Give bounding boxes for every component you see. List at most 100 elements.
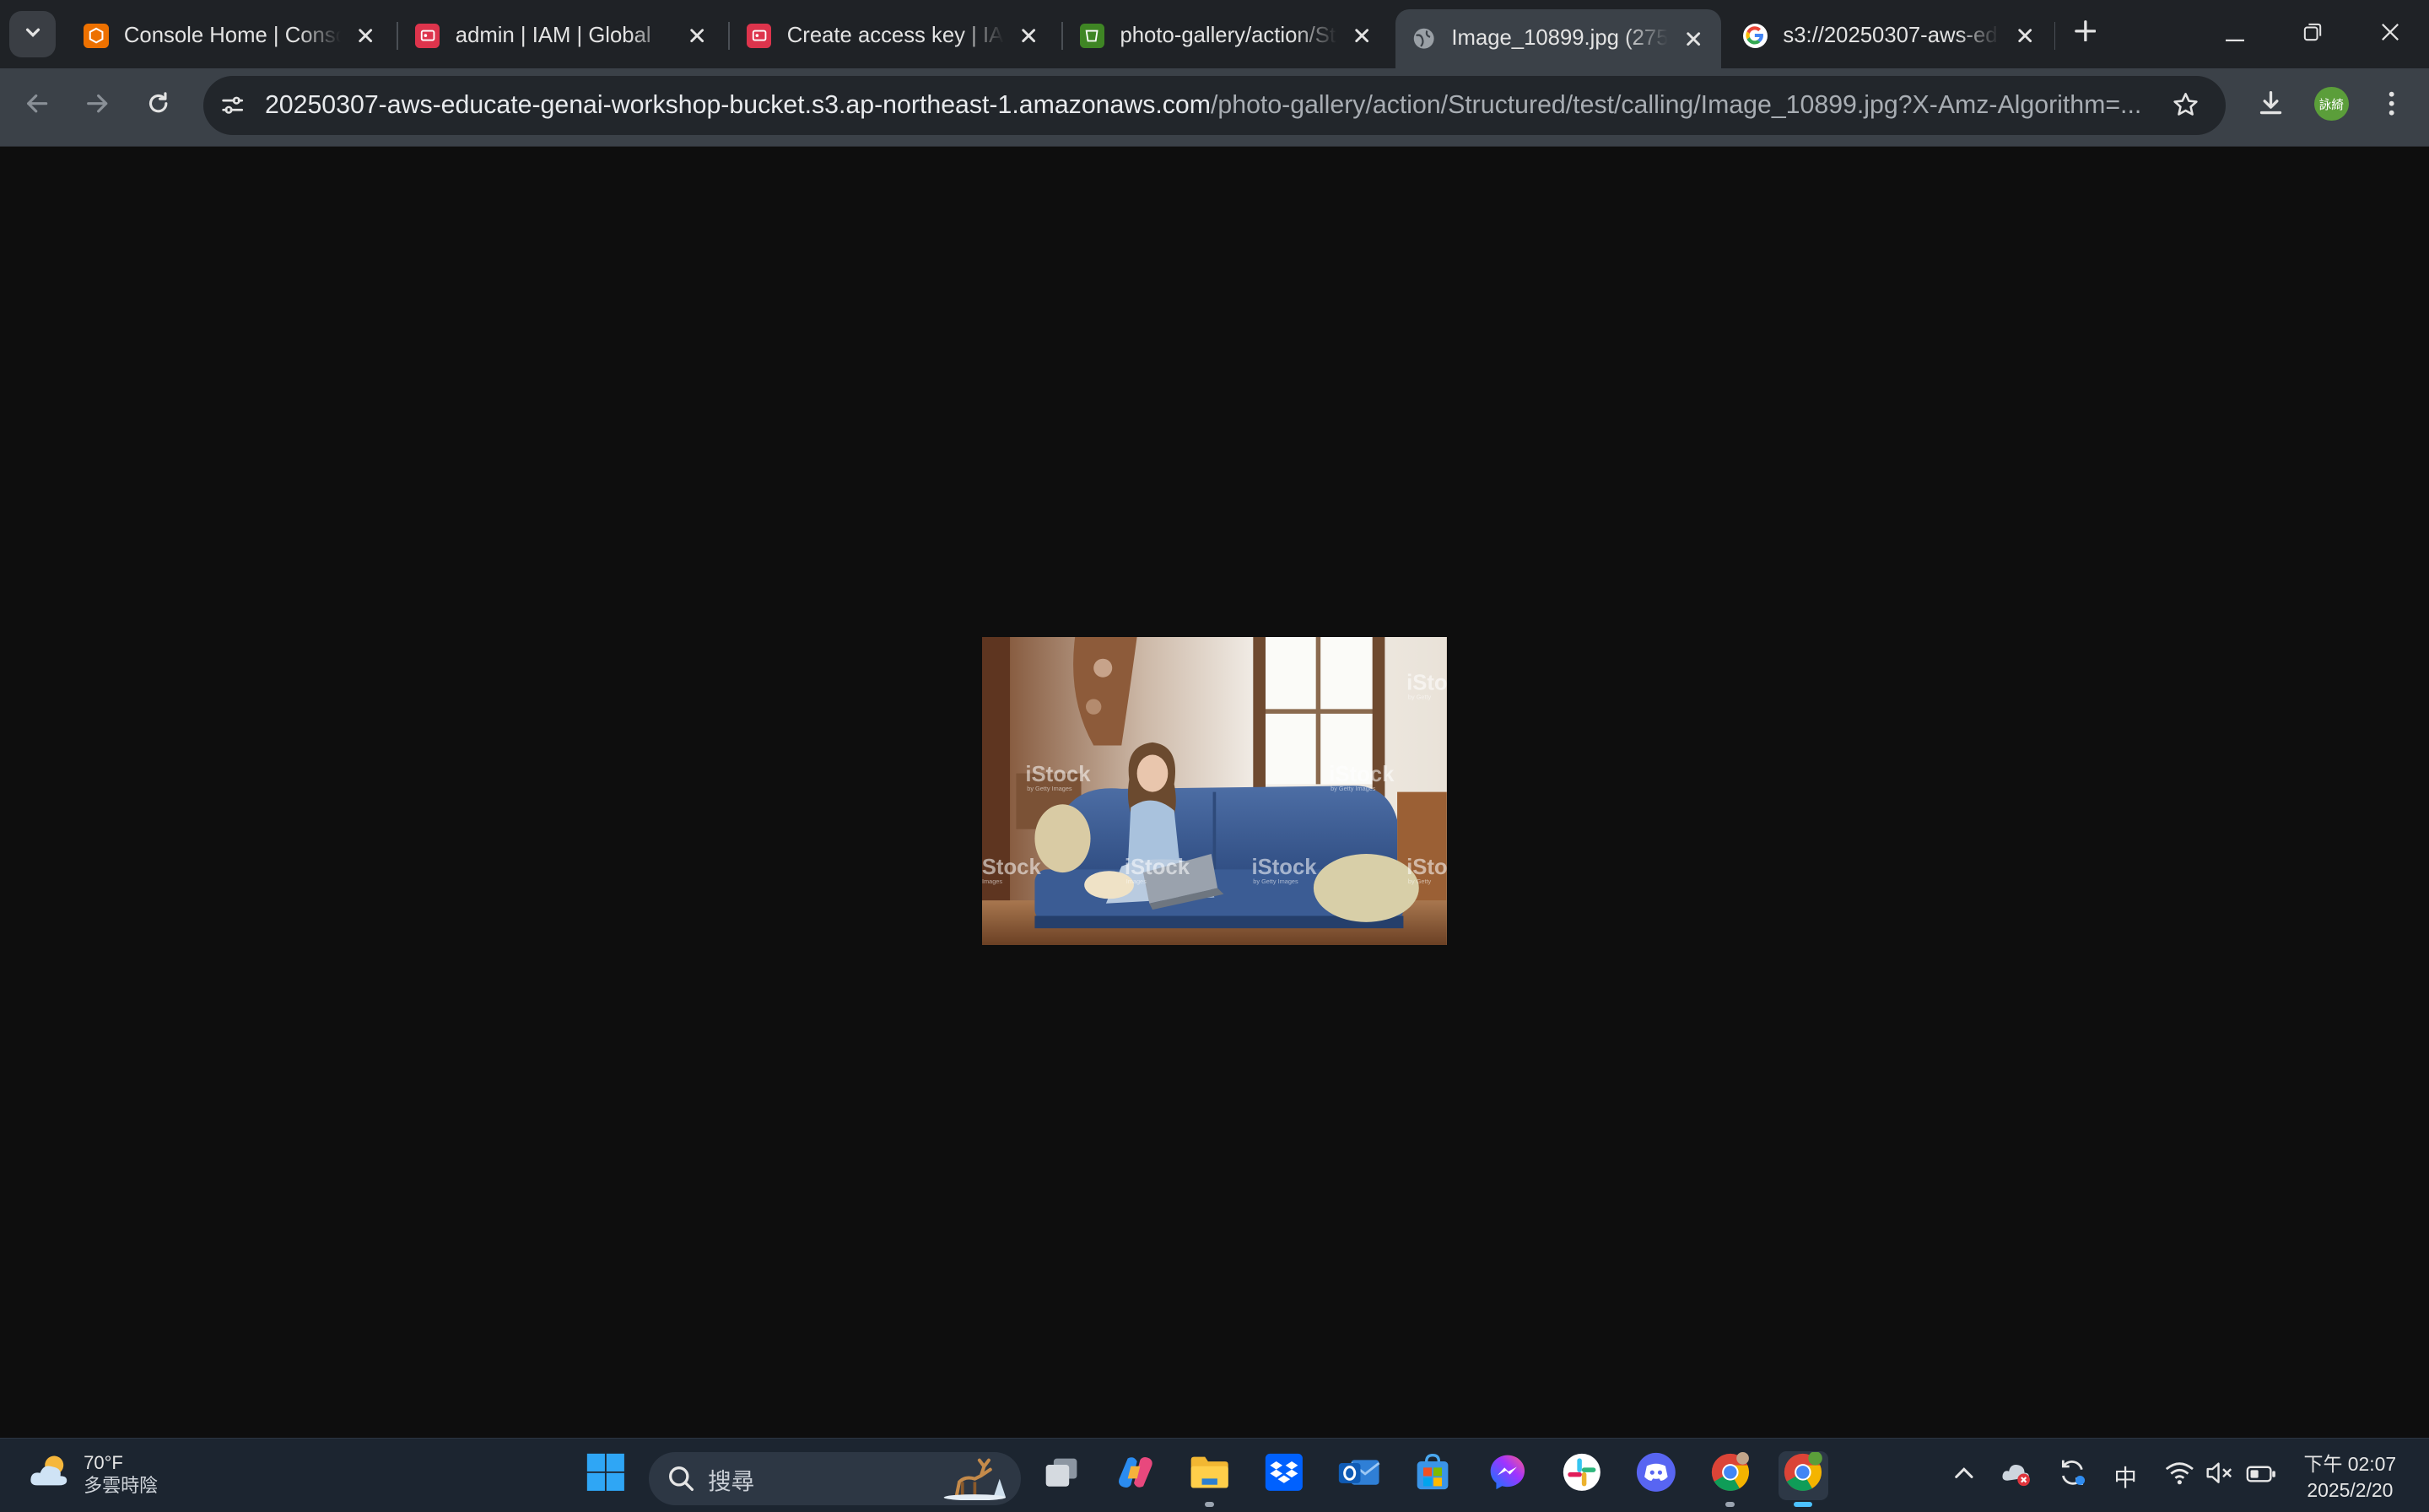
tab-console-home[interactable]: Console Home | Console Home — [68, 9, 394, 62]
address-bar[interactable]: 20250307-aws-educate-genai-workshop-buck… — [202, 75, 2227, 135]
chevron-up-icon — [1953, 1462, 1975, 1490]
copilot-button[interactable] — [1110, 1451, 1160, 1501]
tab-title: Image_10899.jpg (275 — [1451, 26, 1669, 51]
wifi-button[interactable] — [2164, 1461, 2195, 1492]
photo-watermark: iStock — [1329, 762, 1395, 786]
bookmark-star-icon[interactable] — [2167, 87, 2205, 124]
plus-icon — [2074, 19, 2097, 48]
image-viewer: iStock iStock iStock iStock iStock iStoc… — [0, 147, 2429, 1438]
tab-title: Console Home | Console Home — [123, 23, 341, 47]
cloud-error-icon — [2001, 1459, 2032, 1493]
close-icon[interactable] — [1016, 24, 1040, 48]
downloads-button[interactable] — [2246, 82, 2296, 132]
chrome-profile-1-button[interactable] — [1706, 1451, 1756, 1507]
clock-time: 下午 02:07 — [2303, 1452, 2397, 1475]
outlook-button[interactable] — [1334, 1451, 1384, 1501]
chevron-down-icon — [24, 19, 42, 48]
svg-text:by Getty Images: by Getty Images — [1331, 784, 1376, 791]
dropbox-button[interactable] — [1260, 1451, 1309, 1501]
s3-icon — [1079, 23, 1105, 48]
browser-menu-button[interactable] — [2367, 82, 2417, 132]
photo-watermark: iStock — [1406, 671, 1447, 694]
messenger-button[interactable] — [1482, 1451, 1532, 1501]
close-icon[interactable] — [2012, 24, 2037, 48]
new-tab-button[interactable] — [2066, 15, 2103, 52]
photo-watermark: iStock — [1125, 856, 1190, 879]
tab-image-viewer[interactable]: Image_10899.jpg (275 — [1395, 9, 1721, 68]
globe-icon — [1412, 26, 1436, 51]
restore-button[interactable] — [2277, 9, 2348, 59]
close-icon[interactable] — [685, 24, 710, 48]
download-icon — [2257, 89, 2285, 124]
microsoft-store-button[interactable] — [1408, 1451, 1458, 1501]
battery-button[interactable] — [2246, 1461, 2277, 1492]
deer-search-highlight-icon — [941, 1457, 1006, 1507]
tab-s3-google[interactable]: s3://20250307-aws-educate — [1727, 9, 2053, 62]
photo-watermark: iStock — [1252, 856, 1318, 879]
search-icon — [667, 1465, 695, 1493]
tab-photo-gallery[interactable]: photo-gallery/action/Structured — [1064, 9, 1390, 62]
weather-desc: 多雲時陰 — [84, 1475, 159, 1497]
task-view-button[interactable] — [1036, 1451, 1086, 1501]
displayed-image[interactable]: iStock iStock iStock iStock iStock iStoc… — [982, 636, 1447, 945]
tab-separator — [1061, 21, 1063, 50]
system-clock[interactable]: 下午 02:07 2025/2/20 — [2296, 1451, 2405, 1504]
battery-icon — [2246, 1462, 2277, 1489]
back-button[interactable] — [13, 82, 62, 132]
close-icon[interactable] — [1349, 24, 1374, 48]
search-placeholder: 搜尋 — [708, 1467, 755, 1494]
photo-watermark: iStock — [1406, 856, 1447, 879]
tab-title: Create access key | IAM — [786, 23, 1004, 47]
browser-toolbar: 20250307-aws-educate-genai-workshop-buck… — [0, 68, 2429, 146]
close-icon[interactable] — [354, 24, 378, 48]
photo-woman-on-sofa: iStock iStock iStock iStock iStock iStoc… — [982, 636, 1447, 945]
sync-icon — [2057, 1457, 2088, 1494]
iam-icon — [415, 23, 440, 48]
reload-icon — [146, 91, 170, 122]
weather-widget[interactable]: 70°F 多雲時陰 — [28, 1451, 158, 1498]
copilot-icon — [1115, 1454, 1156, 1498]
file-explorer-button[interactable] — [1185, 1451, 1235, 1507]
ime-indicator[interactable]: 中 — [2110, 1461, 2141, 1492]
iam-icon — [746, 23, 772, 48]
slack-button[interactable] — [1557, 1451, 1606, 1501]
svg-text:Images: Images — [982, 878, 1002, 885]
arrow-left-icon — [24, 91, 49, 122]
show-hidden-icons-button[interactable] — [1949, 1461, 1980, 1492]
reload-button[interactable] — [133, 82, 183, 132]
tab-create-access-key[interactable]: Create access key | IAM — [731, 9, 1057, 62]
clock-date: 2025/2/20 — [2307, 1478, 2394, 1501]
active-indicator — [1794, 1502, 1813, 1507]
taskbar-search[interactable]: 搜尋 — [649, 1452, 1021, 1507]
weather-temp: 70°F — [84, 1451, 123, 1473]
partly-cloudy-icon — [28, 1451, 74, 1498]
url-text: 20250307-aws-educate-genai-workshop-buck… — [265, 91, 2147, 120]
start-button[interactable] — [581, 1451, 631, 1501]
onedrive-status-button[interactable] — [2001, 1461, 2032, 1492]
sync-status-button[interactable] — [2057, 1460, 2088, 1492]
folder-icon — [1188, 1454, 1231, 1498]
profile-avatar[interactable]: 詠綺 — [2314, 86, 2349, 122]
store-icon — [1414, 1452, 1451, 1499]
site-info-icon[interactable] — [211, 84, 254, 127]
task-view-icon — [1043, 1455, 1080, 1496]
close-icon[interactable] — [1681, 26, 1705, 51]
discord-button[interactable] — [1631, 1451, 1681, 1501]
volume-button[interactable] — [2205, 1461, 2236, 1492]
tab-iam-admin[interactable]: admin | IAM | Global — [400, 9, 726, 62]
tab-strip: Console Home | Console Home admin | IAM … — [0, 0, 2429, 68]
windows-logo-icon — [586, 1452, 626, 1499]
running-indicator — [1205, 1502, 1215, 1507]
outlook-icon — [1337, 1454, 1380, 1498]
svg-text:by Getty: by Getty — [1408, 878, 1432, 885]
more-vertical-icon — [2389, 91, 2394, 122]
windows-taskbar: 70°F 多雲時陰 搜尋 中 下午 02:07 2025/2/20 — [0, 1437, 2429, 1512]
url-domain: 20250307-aws-educate-genai-workshop-buck… — [264, 90, 1211, 119]
minimize-button[interactable] — [2200, 9, 2270, 59]
dropbox-icon — [1264, 1452, 1304, 1499]
close-window-button[interactable] — [2355, 9, 2426, 59]
tab-search-button[interactable] — [9, 10, 57, 57]
chrome-icon — [1783, 1451, 1823, 1499]
forward-button[interactable] — [73, 82, 122, 132]
chrome-profile-2-button[interactable] — [1778, 1450, 1828, 1507]
